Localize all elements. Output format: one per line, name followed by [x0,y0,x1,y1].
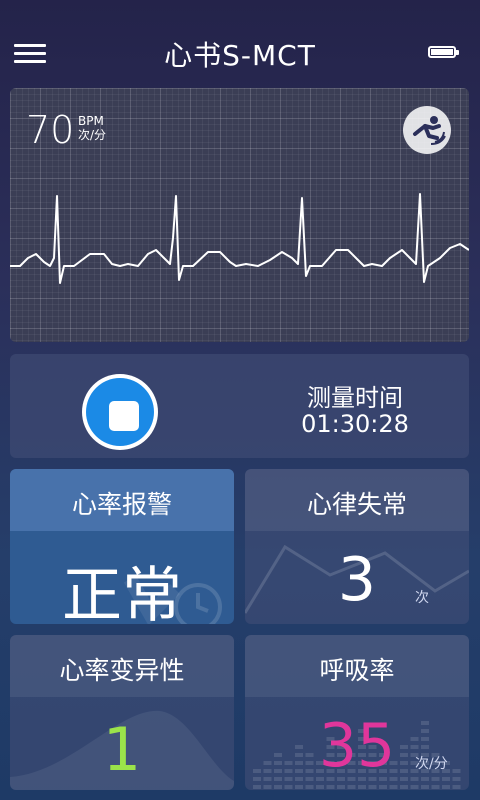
stop-icon [86,378,154,446]
measurement-panel: 测量时间 01:30:28 [10,354,469,458]
ecg-waveform [10,193,469,284]
respiration-unit: 次/分 [415,756,448,772]
ecg-panel: 70 BPM 次/分 [10,88,469,342]
app-title: 心书S-MCT [164,39,316,72]
battery-icon [428,46,460,60]
arrhythmia-value: 3 [337,545,377,615]
stop-button[interactable] [82,374,158,450]
arrhythmia-unit: 次 [415,590,429,606]
measure-time-label: 测量时间 [307,384,403,412]
hr-alarm-value: 正常 [62,561,182,624]
respiration-title: 呼吸率 [319,656,395,685]
arrhythmia-card[interactable]: 心律失常 3 次 [245,469,469,624]
hr-alarm-card[interactable]: 心率报警 正常 [10,469,234,624]
hr-alarm-title: 心率报警 [71,490,172,519]
app-header: 心书S-MCT [0,0,480,84]
measure-time-value: 01:30:28 [301,410,409,438]
hrv-value: 1 [102,715,142,785]
hrv-card[interactable]: 心率变异性 1 [10,635,234,790]
respiration-card[interactable]: 呼吸率 35 次/分 [245,635,469,790]
hrv-title: 心率变异性 [59,656,185,685]
arrhythmia-title: 心律失常 [306,490,407,519]
